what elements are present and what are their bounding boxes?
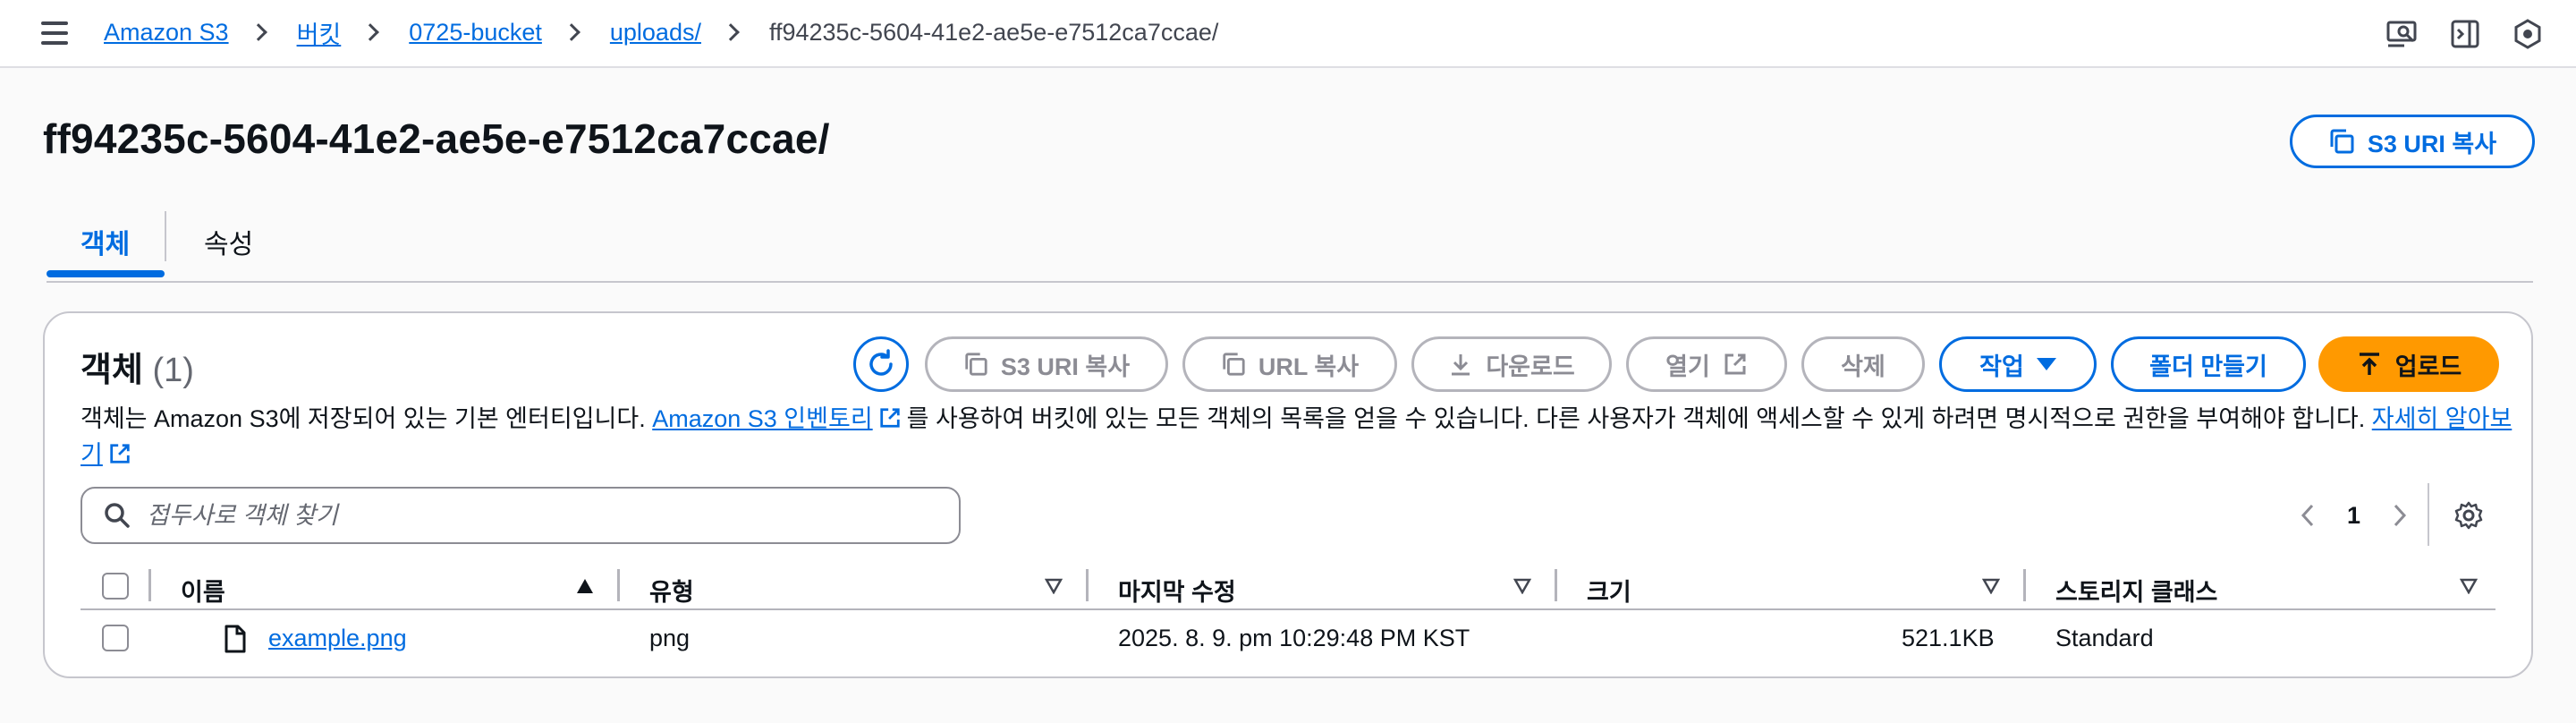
chevron-left-icon: [2301, 504, 2314, 527]
column-header-size[interactable]: 크기: [1587, 573, 1631, 608]
external-link-icon: [879, 408, 900, 428]
breadcrumb-item-amazon-s3[interactable]: Amazon S3: [104, 19, 229, 47]
column-header-storage-class[interactable]: 스토리지 클래스: [2055, 573, 2217, 608]
copy-icon: [965, 353, 987, 376]
breadcrumb-current: ff94235c-5604-41e2-ae5e-e7512ca7ccae/: [768, 18, 1219, 46]
description-text-1: 객체는 Amazon S3에 저장되어 있는 기본 엔터티입니다.: [80, 405, 653, 432]
column-divider[interactable]: [617, 569, 620, 601]
copy-icon: [1223, 353, 1245, 376]
copy-url-button[interactable]: URL 복사: [1182, 336, 1397, 392]
sort-indicator-icon[interactable]: [1513, 578, 1531, 594]
side-panel-icon[interactable]: [2447, 16, 2483, 52]
search-icon: [105, 503, 130, 528]
column-divider[interactable]: [2023, 569, 2026, 601]
chevron-right-icon: [249, 23, 267, 41]
screen-search-icon[interactable]: [2385, 16, 2420, 52]
copy-s3-uri-object-label: S3 URI 복사: [1000, 353, 1131, 380]
upload-button[interactable]: 업로드: [2318, 336, 2499, 392]
objects-count: (1): [152, 352, 194, 389]
create-folder-button[interactable]: 폴더 만들기: [2111, 336, 2306, 392]
copy-s3-uri-object-button[interactable]: S3 URI 복사: [925, 336, 1168, 392]
open-label: 열기: [1665, 353, 1710, 380]
pagination: 1: [2290, 489, 2418, 542]
external-link-icon: [1724, 353, 1746, 375]
column-header-name[interactable]: 이름: [181, 573, 225, 608]
download-button[interactable]: 다운로드: [1411, 336, 1612, 392]
objects-table: 이름 유형 마지막 수정 크기 스토리지 클래스 example.png png…: [80, 562, 2496, 668]
search-input[interactable]: [147, 501, 934, 530]
upload-icon: [2359, 353, 2379, 375]
open-button[interactable]: 열기: [1626, 336, 1787, 392]
object-last-modified: 2025. 8. 9. pm 10:29:48 PM KST: [1118, 625, 1470, 651]
row-select-checkbox[interactable]: [102, 625, 129, 651]
chevron-right-icon: [2394, 504, 2407, 527]
select-all-checkbox[interactable]: [102, 573, 129, 600]
tab-divider: [165, 211, 166, 261]
hexagon-settings-icon[interactable]: [2510, 16, 2546, 52]
create-folder-label: 폴더 만들기: [2149, 353, 2267, 380]
gear-icon: [2454, 501, 2483, 530]
top-navigation-bar: Amazon S3 버킷 0725-bucket uploads/ ff9423…: [0, 0, 2576, 68]
objects-heading: 객체 (1): [80, 342, 194, 391]
tab-list: 객체 속성: [47, 211, 2533, 283]
actions-dropdown-button[interactable]: 작업: [1939, 336, 2097, 392]
tab-active-indicator: [47, 270, 165, 277]
page-number-1[interactable]: 1: [2347, 502, 2360, 530]
inventory-link[interactable]: Amazon S3 인벤토리: [652, 405, 872, 432]
pagination-divider: [2428, 483, 2429, 546]
download-label: 다운로드: [1486, 353, 1575, 380]
download-icon: [1452, 354, 1470, 376]
next-page-button[interactable]: [2382, 489, 2418, 542]
refresh-icon: [869, 349, 893, 376]
copy-s3-uri-button[interactable]: S3 URI 복사: [2290, 115, 2535, 168]
object-search-field[interactable]: [80, 487, 961, 544]
object-storage-class: Standard: [2055, 625, 2154, 651]
chevron-right-icon: [722, 23, 740, 41]
top-utility-icons: [2385, 16, 2546, 52]
chevron-right-icon: [361, 23, 380, 41]
delete-label: 삭제: [1841, 353, 1885, 380]
object-size: 521.1KB: [1902, 625, 1995, 651]
table-row: example.png png 2025. 8. 9. pm 10:29:48 …: [80, 610, 2496, 668]
tab-properties[interactable]: 속성: [204, 222, 253, 261]
external-link-icon: [110, 444, 130, 464]
sort-ascending-icon[interactable]: [576, 578, 594, 594]
page-title: ff94235c-5604-41e2-ae5e-e7512ca7ccae/: [43, 115, 830, 162]
objects-title: 객체: [80, 352, 143, 389]
upload-label: 업로드: [2394, 353, 2462, 380]
caret-down-icon: [2036, 358, 2056, 370]
actions-label: 작업: [1979, 353, 2024, 380]
copy-s3-uri-label: S3 URI 복사: [2367, 130, 2497, 157]
sort-indicator-icon[interactable]: [2460, 578, 2478, 594]
tab-objects[interactable]: 객체: [80, 222, 130, 261]
refresh-button[interactable]: [853, 336, 909, 392]
chevron-right-icon: [562, 23, 580, 41]
copy-icon: [2330, 129, 2354, 154]
previous-page-button[interactable]: [2290, 489, 2326, 542]
column-divider[interactable]: [1086, 569, 1089, 601]
table-header: 이름 유형 마지막 수정 크기 스토리지 클래스: [80, 562, 2496, 610]
object-type: png: [649, 625, 691, 651]
menu-icon[interactable]: [41, 21, 68, 45]
column-divider: [148, 569, 151, 601]
object-name-link[interactable]: example.png: [268, 625, 407, 652]
breadcrumb-item-bucket[interactable]: 0725-bucket: [409, 19, 542, 47]
column-header-type[interactable]: 유형: [649, 573, 694, 608]
description-text-2: 를 사용하여 버킷에 있는 모든 객체의 목록을 얻을 수 있습니다. 다른 사…: [906, 405, 2372, 432]
sort-indicator-icon[interactable]: [1045, 578, 1063, 594]
breadcrumb: Amazon S3 버킷 0725-bucket uploads/ ff9423…: [104, 14, 1218, 50]
breadcrumb-item-uploads[interactable]: uploads/: [610, 19, 701, 47]
objects-description: 객체는 Amazon S3에 저장되어 있는 기본 엔터티입니다. Amazon…: [80, 401, 2513, 472]
column-divider[interactable]: [1555, 569, 1557, 601]
preferences-button[interactable]: [2449, 496, 2488, 535]
column-header-last-modified[interactable]: 마지막 수정: [1118, 573, 1236, 608]
file-icon: [225, 625, 246, 653]
tabs-underline: [47, 281, 2533, 283]
sort-indicator-icon[interactable]: [1982, 578, 2000, 594]
delete-button[interactable]: 삭제: [1801, 336, 1925, 392]
breadcrumb-item-buckets[interactable]: 버킷: [297, 15, 342, 50]
copy-url-label: URL 복사: [1258, 353, 1360, 380]
objects-panel: 객체 (1) S3 URI 복사 URL 복사 다운로드 열기 삭제 작업 폴더…: [43, 311, 2533, 678]
